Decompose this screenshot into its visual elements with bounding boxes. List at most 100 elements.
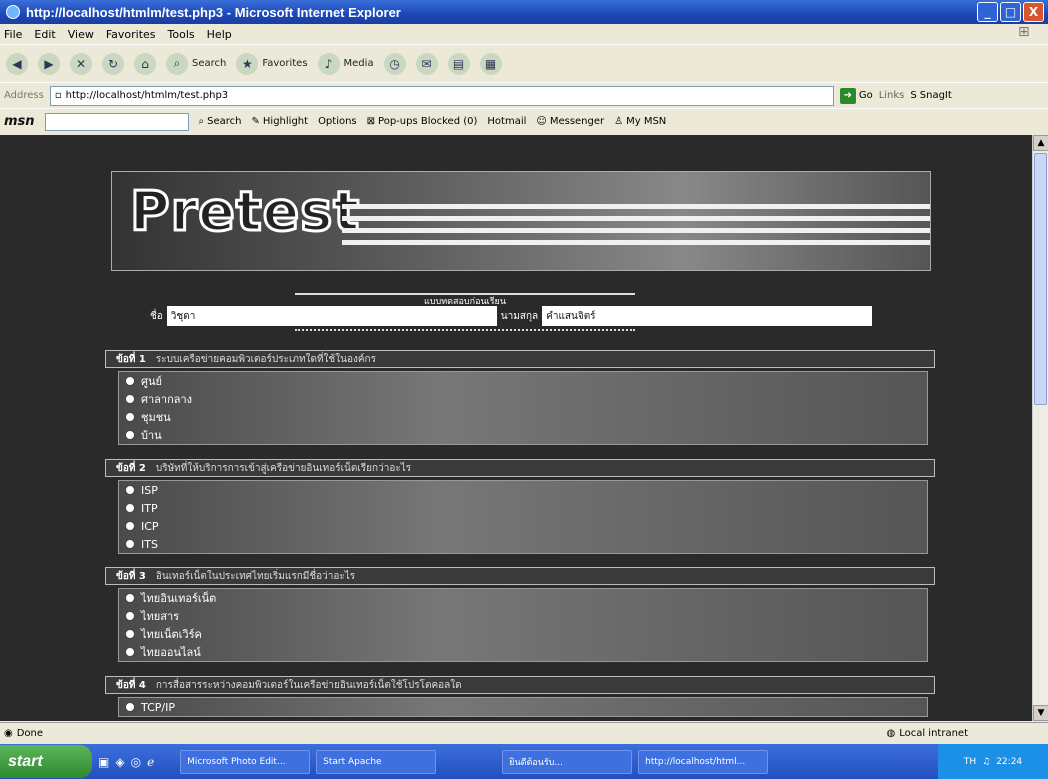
go-button[interactable]: ➜ Go xyxy=(839,87,873,104)
menu-file[interactable]: File xyxy=(4,28,22,41)
choice-label: TCP/IP xyxy=(141,700,175,714)
choice-option[interactable]: ITP xyxy=(119,499,927,517)
radio-button[interactable] xyxy=(125,430,135,440)
volume-icon[interactable]: ♫ xyxy=(982,757,990,767)
page-icon: ▫ xyxy=(54,90,62,101)
choice-option[interactable]: บ้าน xyxy=(119,426,927,444)
msn-search-button[interactable]: ⌕ Search xyxy=(199,116,242,127)
status-text: Done xyxy=(16,728,44,739)
hotmail-button[interactable]: Hotmail xyxy=(487,116,526,127)
outlook-icon[interactable]: ◎ xyxy=(131,755,141,769)
question-number: ข้อที่ 1 xyxy=(116,353,146,365)
menu-help[interactable]: Help xyxy=(207,28,232,41)
forward-button[interactable]: ▶ xyxy=(38,52,60,75)
choice-list: TCP/IP xyxy=(118,697,928,717)
close-button[interactable]: X xyxy=(1023,2,1044,22)
choice-option[interactable]: ไทยเน็ตเวิร์ค xyxy=(119,625,927,643)
snagit-icon: S xyxy=(910,90,917,101)
banner-stripe xyxy=(342,240,930,245)
history-icon: ◷ xyxy=(383,52,406,75)
menu-edit[interactable]: Edit xyxy=(34,28,55,41)
choice-option[interactable]: TCP/IP xyxy=(119,698,927,716)
vertical-scrollbar[interactable]: ▲ ▼ xyxy=(1032,135,1048,721)
clock: 22:24 xyxy=(996,756,1023,767)
home-button[interactable]: ⌂ xyxy=(134,52,156,75)
student-name-row: ชื่อ วิชุดา นามสกุล คำแสนจิตร์ xyxy=(150,305,890,327)
radio-button[interactable] xyxy=(125,521,135,531)
choice-option[interactable]: ศาลากลาง xyxy=(119,390,927,408)
scroll-up-arrow-icon[interactable]: ▲ xyxy=(1033,135,1048,151)
msn-search-input[interactable] xyxy=(44,112,189,131)
desktop-icon[interactable]: ▣ xyxy=(98,755,109,769)
messenger-button[interactable]: ☺ Messenger xyxy=(536,116,604,127)
choice-option[interactable]: ไทยสาร xyxy=(119,607,927,625)
status-bar: ◉ Done ◍ Local intranet xyxy=(0,722,1048,744)
mail-button[interactable]: ✉ xyxy=(415,52,438,75)
security-zone: ◍ Local intranet xyxy=(886,728,968,739)
radio-button[interactable] xyxy=(125,539,135,549)
favorites-label: Favorites xyxy=(262,58,308,69)
choice-option[interactable]: ไทยออนไลน์ xyxy=(119,643,927,661)
choice-option[interactable]: ICP xyxy=(119,517,927,535)
search-icon: ⌕ xyxy=(198,116,205,127)
back-button[interactable]: ◀ xyxy=(6,52,28,75)
radio-button[interactable] xyxy=(125,611,135,621)
radio-button[interactable] xyxy=(125,702,135,712)
print-button[interactable]: ▤ xyxy=(447,52,470,75)
choice-option[interactable]: ไทยอินเทอร์เน็ต xyxy=(119,589,927,607)
taskbar-item[interactable]: http://localhost/html... xyxy=(638,749,769,774)
address-input[interactable]: ▫ http://localhost/htmlm/test.php3 xyxy=(49,85,834,106)
ie-quicklaunch-icon[interactable]: ℯ xyxy=(147,755,154,769)
choice-option[interactable]: ศูนย์ xyxy=(119,372,927,390)
minimize-button[interactable]: _ xyxy=(977,2,998,22)
radio-button[interactable] xyxy=(125,376,135,386)
media-button[interactable]: ♪ Media xyxy=(317,52,374,75)
taskbar-item[interactable]: Start Apache xyxy=(316,749,437,774)
ie-window: http://localhost/htmlm/test.php3 - Micro… xyxy=(0,0,1048,779)
radio-button[interactable] xyxy=(125,593,135,603)
first-name-field[interactable]: วิชุดา xyxy=(166,306,497,326)
snagit-button[interactable]: S SnagIt xyxy=(910,90,951,101)
history-button[interactable]: ◷ xyxy=(383,52,406,75)
radio-button[interactable] xyxy=(125,412,135,422)
surname-field[interactable]: คำแสนจิตร์ xyxy=(542,306,873,326)
stop-button[interactable]: ✕ xyxy=(70,52,92,75)
search-button[interactable]: ⌕ Search xyxy=(166,52,226,75)
edit-icon: ▦ xyxy=(479,52,502,75)
scroll-down-arrow-icon[interactable]: ▼ xyxy=(1033,705,1048,721)
choice-option[interactable]: ITS xyxy=(119,535,927,553)
refresh-button[interactable]: ↻ xyxy=(102,52,124,75)
menu-tools[interactable]: Tools xyxy=(168,28,195,41)
options-button[interactable]: Options xyxy=(318,116,357,127)
radio-button[interactable] xyxy=(125,394,135,404)
media-icon: ♪ xyxy=(317,52,340,75)
radio-button[interactable] xyxy=(125,485,135,495)
choice-label: บ้าน xyxy=(141,429,162,442)
popups-blocked-button[interactable]: ⊠ Pop-ups Blocked (0) xyxy=(367,116,478,127)
choice-label: ชุมชน xyxy=(141,411,171,424)
highlight-button[interactable]: ✎ Highlight xyxy=(252,116,309,127)
maximize-button[interactable]: □ xyxy=(1000,2,1021,22)
ie-icon xyxy=(6,5,20,19)
scroll-thumb[interactable] xyxy=(1034,153,1047,405)
print-icon: ▤ xyxy=(447,52,470,75)
start-button[interactable]: start xyxy=(0,745,92,778)
favorites-button[interactable]: ★ Favorites xyxy=(236,52,308,75)
choice-option[interactable]: ชุมชน xyxy=(119,408,927,426)
language-indicator[interactable]: TH xyxy=(964,757,976,767)
choice-option[interactable]: ISP xyxy=(119,481,927,499)
choice-label: ศาลากลาง xyxy=(141,393,193,406)
my-msn-button[interactable]: ♙ My MSN xyxy=(614,116,666,127)
links-button[interactable]: Links xyxy=(879,90,905,101)
edit-button[interactable]: ▦ xyxy=(479,52,502,75)
radio-button[interactable] xyxy=(125,503,135,513)
menu-favorites[interactable]: Favorites xyxy=(106,28,156,41)
radio-button[interactable] xyxy=(125,647,135,657)
radio-button[interactable] xyxy=(125,629,135,639)
title-bar[interactable]: http://localhost/htmlm/test.php3 - Micro… xyxy=(0,0,1048,24)
media-player-icon[interactable]: ◈ xyxy=(115,755,124,769)
taskbar-item[interactable]: ยินดีต้อนรับ... xyxy=(502,749,633,774)
choice-label: ISP xyxy=(141,483,158,497)
taskbar-item[interactable]: Microsoft Photo Edit... xyxy=(180,749,311,774)
menu-view[interactable]: View xyxy=(68,28,94,41)
